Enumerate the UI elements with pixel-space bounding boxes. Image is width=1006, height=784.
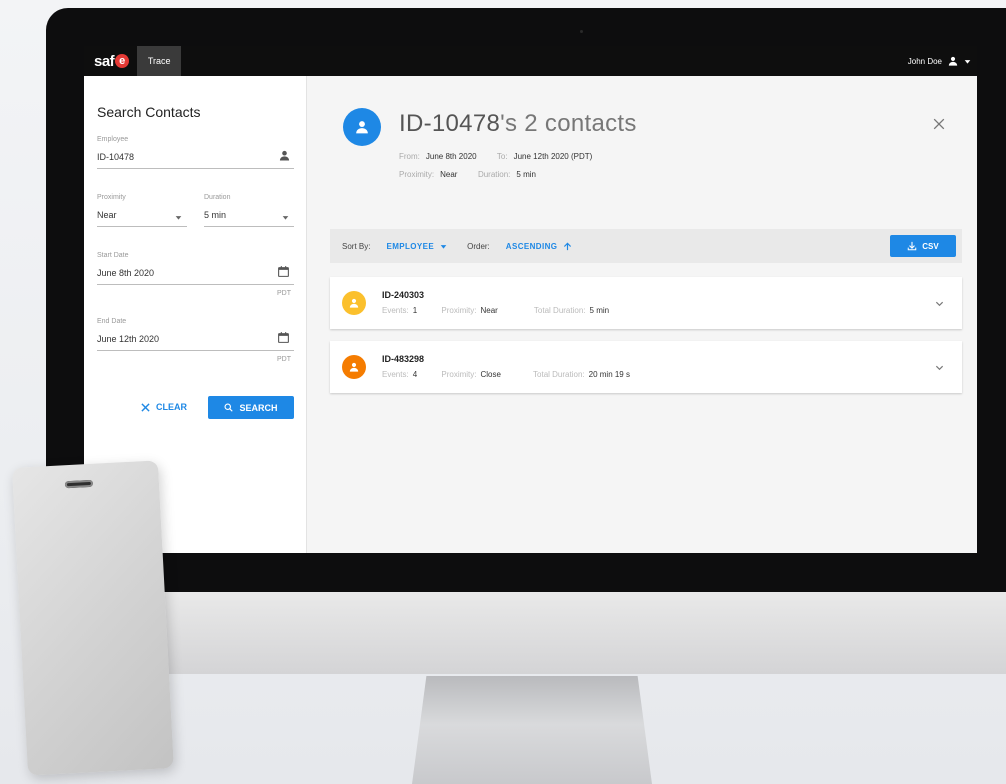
chevron-down-icon[interactable] (282, 214, 289, 221)
proximity-label: Proximity (97, 194, 126, 201)
badge-slot (64, 479, 94, 489)
from-label: From: (399, 152, 420, 161)
duration-label: Total Duration: (533, 306, 586, 315)
top-bar: saf e Trace John Doe (84, 46, 977, 76)
person-icon (349, 362, 359, 372)
employee-field[interactable]: ID-10478 (97, 152, 134, 162)
date-range: From: June 8th 2020 To: June 12th 2020 (PD… (399, 152, 592, 161)
chevron-down-icon[interactable] (935, 299, 944, 308)
webcam (580, 30, 583, 33)
sort-label: Sort By: (342, 241, 371, 251)
proximity-underline (97, 226, 187, 227)
close-icon[interactable] (933, 118, 945, 130)
proximity-value: Near (480, 306, 498, 315)
order-label: Order: (467, 241, 490, 251)
order-value: ASCENDING (505, 241, 558, 251)
arrow-up-icon (564, 242, 572, 250)
from-value: June 8th 2020 (425, 152, 477, 161)
proximity-value: Close (480, 370, 501, 379)
calendar-icon[interactable] (277, 331, 290, 344)
events-label: Events: (382, 370, 409, 379)
duration-summary-value: 5 min (516, 170, 536, 179)
logo-accent: e (115, 54, 130, 68)
contact-id: ID-483298 (382, 354, 425, 364)
search-button[interactable]: SEARCH (208, 396, 294, 419)
proximity-summary-label: Proximity: (399, 170, 435, 179)
monitor-chin (78, 592, 1006, 674)
duration-label: Total Duration: (533, 370, 585, 379)
duration-underline (204, 226, 294, 227)
title-rest: 's 2 contacts (500, 110, 637, 137)
person-icon (279, 150, 290, 161)
csv-download-button[interactable]: CSV (890, 235, 956, 257)
filter-summary: Proximity: Near Duration: 5 min (399, 170, 536, 179)
sort-select[interactable]: EMPLOYEE (386, 242, 447, 251)
to-label: To: (496, 152, 508, 161)
monitor-stand (412, 676, 652, 784)
proximity-label: Proximity: (441, 306, 477, 315)
employee-underline (97, 168, 294, 169)
sidebar-title: Search Contacts (97, 104, 201, 120)
contact-details: Events: 4 Proximity: Close Total Duration:… (382, 370, 630, 379)
calendar-icon[interactable] (277, 265, 290, 278)
start-date-field[interactable]: June 8th 2020 (97, 268, 154, 278)
clear-label: CLEAR (156, 402, 187, 412)
app-screen: saf e Trace John Doe Search Contacts Emp… (84, 46, 977, 553)
employee-label: Employee (97, 136, 129, 143)
employee-avatar (343, 108, 381, 146)
person-icon (356, 121, 368, 134)
proximity-summary-value: Near (440, 170, 458, 179)
contact-details: Events: 1 Proximity: Near Total Duration: 5… (382, 306, 609, 315)
id-badge-device (12, 460, 174, 776)
events-value: 1 (412, 306, 418, 315)
events-value: 4 (412, 370, 418, 379)
search-label: SEARCH (239, 402, 278, 413)
to-value: June 12th 2020 (PDT) (513, 152, 593, 161)
safe-logo[interactable]: saf e (94, 46, 130, 76)
close-icon (141, 402, 150, 412)
proximity-select[interactable]: Near (97, 210, 117, 220)
events-label: Events: (382, 306, 409, 315)
sort-value: EMPLOYEE (386, 241, 435, 251)
sort-bar: Sort By: EMPLOYEE Order: ASCENDING CSV (330, 229, 962, 263)
user-name: John Doe (907, 56, 942, 66)
proximity-label: Proximity: (441, 370, 477, 379)
duration-select[interactable]: 5 min (204, 210, 226, 220)
duration-value: 20 min 19 s (588, 370, 630, 379)
end-date-label: End Date (97, 318, 127, 325)
csv-label: CSV (922, 241, 939, 251)
search-icon (224, 403, 234, 412)
results-panel: ID-10478's 2 contacts From: June 8th 2020… (307, 76, 977, 553)
start-tz: PDT (277, 290, 291, 297)
contact-card[interactable]: ID-240303 Events: 1 Proximity: Near Total … (330, 277, 962, 329)
duration-label: Duration (204, 194, 231, 201)
chevron-down-icon[interactable] (175, 214, 182, 221)
person-icon (349, 298, 359, 308)
title-id: ID-10478 (399, 110, 501, 137)
contact-avatar (342, 355, 366, 379)
contact-avatar (342, 291, 366, 315)
download-icon (908, 241, 917, 251)
duration-summary-label: Duration: (477, 170, 511, 179)
person-icon (948, 56, 958, 66)
order-toggle[interactable]: ASCENDING (506, 242, 573, 251)
clear-button[interactable]: CLEAR (136, 396, 192, 418)
page-title: ID-10478's 2 contacts (399, 110, 637, 138)
caret-down-icon (440, 244, 447, 249)
logo-text: saf (94, 52, 115, 70)
contact-card[interactable]: ID-483298 Events: 4 Proximity: Close Total… (330, 341, 962, 393)
end-tz: PDT (277, 356, 291, 363)
duration-value: 5 min (589, 306, 610, 315)
tab-trace[interactable]: Trace (137, 46, 182, 76)
user-menu[interactable]: John Doe (908, 46, 971, 76)
end-date-underline (97, 350, 294, 351)
start-date-underline (97, 284, 294, 285)
caret-down-icon (964, 59, 971, 64)
chevron-down-icon[interactable] (935, 363, 944, 372)
start-date-label: Start Date (97, 252, 129, 259)
end-date-field[interactable]: June 12th 2020 (97, 334, 159, 344)
contact-id: ID-240303 (382, 290, 425, 300)
